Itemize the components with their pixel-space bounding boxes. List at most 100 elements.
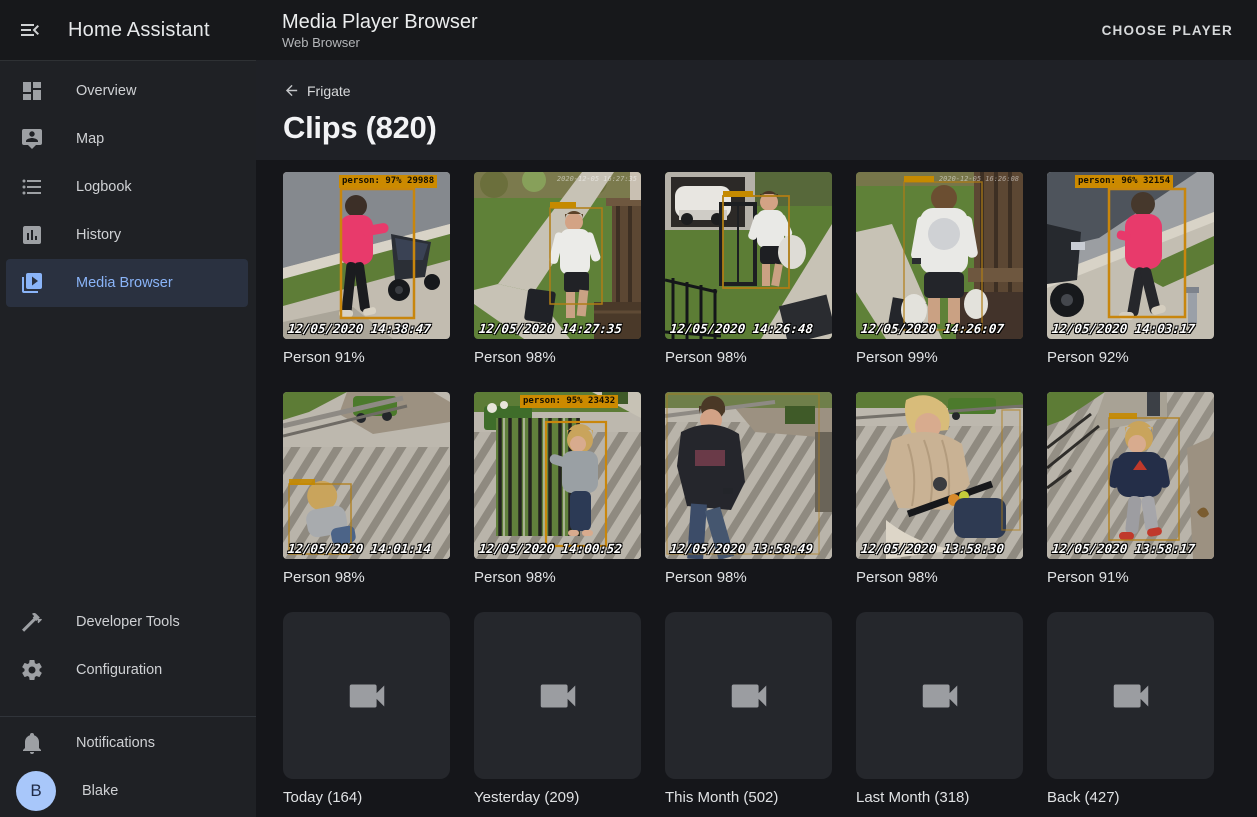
video-icon (911, 673, 969, 719)
clip-timestamp: 12/05/2020 13:58:17 (1051, 541, 1195, 556)
detection-label: person: 97% 29988 (339, 175, 437, 188)
clip-timestamp: 12/05/2020 13:58:30 (860, 541, 1004, 556)
sidebar-toggle-button[interactable] (18, 18, 42, 42)
sidebar-item-overview[interactable]: Overview (6, 67, 248, 115)
sidebar-item-label: Configuration (76, 662, 162, 678)
sidebar-item-history[interactable]: History (6, 211, 248, 259)
clip-card[interactable]: 12/05/2020 14:26:48 Person 98% (665, 172, 832, 368)
sidebar-item-media-browser[interactable]: Media Browser (6, 259, 248, 307)
clip-timestamp: 12/05/2020 13:58:49 (669, 541, 813, 556)
page-heading-subtitle: Web Browser (282, 34, 478, 51)
sidebar: Overview Map Logbook History Media Brows… (0, 60, 256, 817)
clip-card[interactable]: 12/05/2020 13:58:49 Person 98% (665, 392, 832, 588)
page-title: Clips (820) (283, 110, 1257, 146)
sidebar-item-notifications[interactable]: Notifications (6, 719, 248, 767)
sidebar-item-developer-tools[interactable]: Developer Tools (6, 598, 248, 646)
top-app-bar: Home Assistant Media Player Browser Web … (0, 0, 1257, 60)
clip-caption: Person 98% (474, 348, 641, 368)
sidebar-item-label: Developer Tools (76, 614, 180, 630)
choose-player-button[interactable]: CHOOSE PLAYER (1094, 15, 1241, 46)
clip-caption: Person 92% (1047, 348, 1214, 368)
avatar: B (16, 771, 56, 811)
video-icon (1102, 673, 1160, 719)
sidebar-item-logbook[interactable]: Logbook (6, 163, 248, 211)
clip-thumbnail: 2020-12-05 16:26:08 12/05/2020 14:26:07 (856, 172, 1023, 339)
clip-card[interactable]: person: 96% 32154 12/05/2020 14:03:17 Pe… (1047, 172, 1214, 368)
sidebar-item-user[interactable]: B Blake (6, 767, 248, 815)
menu-open-icon (18, 18, 42, 42)
clip-card[interactable]: person: 95% 23432 12/05/2020 14:00:52 Pe… (474, 392, 641, 588)
folder-tile (665, 612, 832, 779)
folder-tile (1047, 612, 1214, 779)
camera-osd-timestamp: 2020-12-05 16:27:35 (557, 175, 637, 183)
clip-caption: Person 98% (665, 348, 832, 368)
folder-label: Yesterday (209) (474, 788, 641, 808)
user-name: Blake (82, 783, 118, 799)
breadcrumb-back[interactable]: Frigate (283, 82, 351, 99)
list-icon (20, 175, 44, 199)
clip-thumbnail: 12/05/2020 13:58:30 (856, 392, 1023, 559)
video-icon (529, 673, 587, 719)
clip-timestamp: 12/05/2020 14:01:14 (287, 541, 431, 556)
arrow-left-icon (283, 82, 300, 99)
clip-timestamp: 12/05/2020 14:27:35 (478, 321, 622, 336)
clip-card[interactable]: 2020-12-05 16:26:08 12/05/2020 14:26:07 … (856, 172, 1023, 368)
map-account-icon (20, 127, 44, 151)
clip-thumbnail: person: 97% 29988 12/05/2020 14:38:47 (283, 172, 450, 339)
clip-thumbnail: 12/05/2020 14:26:48 (665, 172, 832, 339)
gear-icon (20, 658, 44, 682)
video-icon (720, 673, 778, 719)
toolbar: Media Player Browser Web Browser CHOOSE … (256, 0, 1257, 60)
clips-grid: person: 97% 29988 12/05/2020 14:38:47 Pe… (283, 172, 1257, 808)
breadcrumb-label: Frigate (307, 83, 351, 99)
sidebar-item-label: History (76, 227, 121, 243)
folder-label: Last Month (318) (856, 788, 1023, 808)
dashboard-icon (20, 79, 44, 103)
bell-icon (20, 731, 44, 755)
clip-timestamp: 12/05/2020 14:26:48 (669, 321, 813, 336)
clip-card[interactable]: 12/05/2020 14:01:14 Person 98% (283, 392, 450, 588)
sidebar-item-label: Overview (76, 83, 136, 99)
sidebar-item-label: Map (76, 131, 104, 147)
clip-caption: Person 98% (856, 568, 1023, 588)
page-heading-title: Media Player Browser (282, 10, 478, 34)
folder-label: Today (164) (283, 788, 450, 808)
clip-thumbnail: 12/05/2020 13:58:49 (665, 392, 832, 559)
folder-card-last-month[interactable]: Last Month (318) (856, 612, 1023, 808)
app-title: Home Assistant (68, 19, 210, 42)
detection-label: person: 96% 32154 (1075, 175, 1173, 188)
sidebar-item-map[interactable]: Map (6, 115, 248, 163)
clip-caption: Person 98% (474, 568, 641, 588)
folder-tile (856, 612, 1023, 779)
sidebar-item-label: Media Browser (76, 275, 173, 291)
media-browser-header: Frigate Clips (820) (256, 60, 1257, 160)
folder-card-yesterday[interactable]: Yesterday (209) (474, 612, 641, 808)
detection-label: person: 95% 23432 (520, 395, 618, 408)
clip-card[interactable]: 2020-12-05 16:27:35 12/05/2020 14:27:35 … (474, 172, 641, 368)
clip-timestamp: 12/05/2020 14:38:47 (287, 321, 431, 336)
video-icon (338, 673, 396, 719)
clip-card[interactable]: person: 97% 29988 12/05/2020 14:38:47 Pe… (283, 172, 450, 368)
clip-card[interactable]: 12/05/2020 13:58:17 Person 91% (1047, 392, 1214, 588)
play-box-multiple-icon (20, 271, 44, 295)
clip-caption: Person 91% (283, 348, 450, 368)
sidebar-header: Home Assistant (0, 0, 256, 60)
clip-caption: Person 91% (1047, 568, 1214, 588)
clip-caption: Person 98% (665, 568, 832, 588)
folder-tile (474, 612, 641, 779)
clip-thumbnail: 12/05/2020 14:01:14 (283, 392, 450, 559)
clip-card[interactable]: 12/05/2020 13:58:30 Person 98% (856, 392, 1023, 588)
clip-timestamp: 12/05/2020 14:26:07 (860, 321, 1004, 336)
clip-thumbnail: 12/05/2020 13:58:17 (1047, 392, 1214, 559)
hammer-icon (20, 610, 44, 634)
sidebar-item-configuration[interactable]: Configuration (6, 646, 248, 694)
clip-timestamp: 12/05/2020 14:03:17 (1051, 321, 1195, 336)
folder-card-today[interactable]: Today (164) (283, 612, 450, 808)
folder-label: Back (427) (1047, 788, 1214, 808)
camera-osd-timestamp: 2020-12-05 16:26:08 (939, 175, 1019, 183)
folder-card-back[interactable]: Back (427) (1047, 612, 1214, 808)
clip-thumbnail: 2020-12-05 16:27:35 12/05/2020 14:27:35 (474, 172, 641, 339)
clip-thumbnail: person: 96% 32154 12/05/2020 14:03:17 (1047, 172, 1214, 339)
folder-card-this-month[interactable]: This Month (502) (665, 612, 832, 808)
clips-content: person: 97% 29988 12/05/2020 14:38:47 Pe… (256, 160, 1257, 817)
